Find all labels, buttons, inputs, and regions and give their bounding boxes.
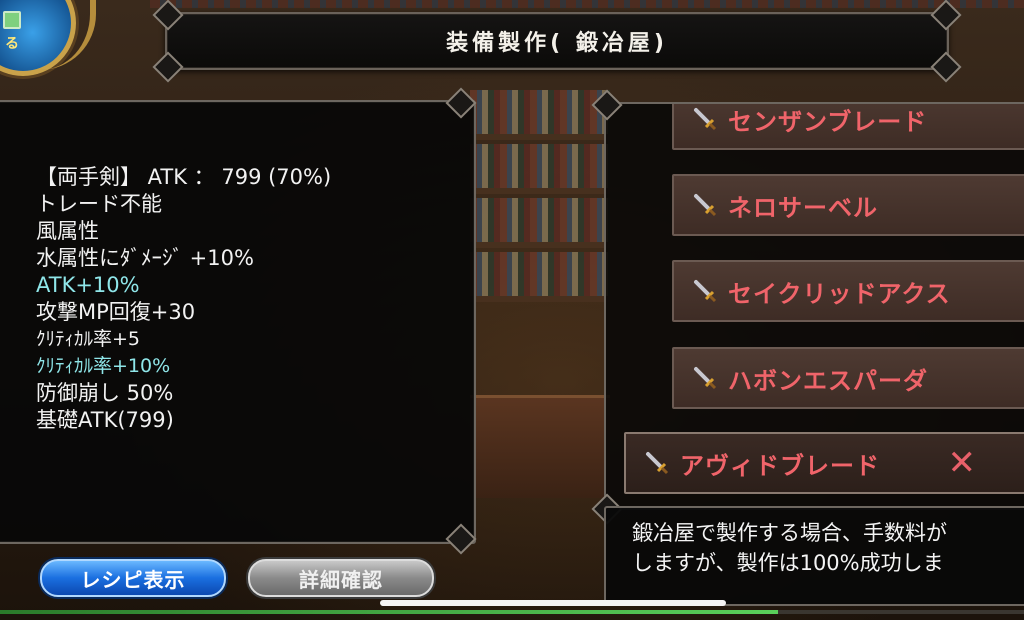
recipe-name: ハボンエスパーダ xyxy=(728,366,928,395)
item-stat-line: 攻撃MP回復+30 xyxy=(36,300,196,324)
background-trim xyxy=(150,0,1024,8)
item-stat-line: 基礎ATK(799) xyxy=(36,408,174,432)
progress-fill xyxy=(0,610,779,614)
recipe-name: センザンブレード xyxy=(728,107,928,136)
item-info-panel: 【両手剣】 ATK ： 799 (70%) トレード不能 風属性水属性にﾀﾞﾒｰｼﾞ… xyxy=(0,100,476,544)
recipe-list-panel[interactable]: センザンブレード ネロサーベルセイクリッドアクス ハボンエスパーダアヴィドブレード ✕ xyxy=(604,102,1024,510)
sword-icon xyxy=(692,106,718,132)
recipe-item[interactable]: ハボンエスパーダ xyxy=(672,347,1024,409)
close-icon[interactable]: ✕ xyxy=(948,443,977,483)
sword-icon xyxy=(692,365,718,391)
sword-icon xyxy=(692,192,718,218)
description-text: 鍛冶屋で製作する場合、手数料が しますが、製作は100%成功しま xyxy=(632,521,947,575)
item-stat-line: 防御崩し 50% xyxy=(36,381,174,405)
bookshelf-row xyxy=(470,198,610,248)
item-stats-list: 【両手剣】 ATK ： 799 (70%) トレード不能 風属性水属性にﾀﾞﾒｰｼﾞ… xyxy=(36,164,331,434)
home-indicator[interactable] xyxy=(380,600,726,606)
recipe-item[interactable]: ネロサーベル xyxy=(672,174,1024,236)
recipe-item[interactable]: セイクリッドアクス xyxy=(672,260,1024,322)
bookshelf-row xyxy=(470,252,610,302)
item-stat-line: 風属性 xyxy=(36,219,99,243)
item-stat-line: トレード不能 xyxy=(36,192,162,216)
recipe-name: ネロサーベル xyxy=(728,193,878,222)
recipe-item-selected[interactable]: アヴィドブレード ✕ xyxy=(624,432,1024,494)
item-stat-line: 【両手剣】 ATK ： 799 (70%) xyxy=(36,165,332,189)
recipe-view-button[interactable]: レシピ表示 xyxy=(40,559,226,597)
recipe-name: セイクリッドアクス xyxy=(728,279,951,308)
item-stat-line: ATK+10% xyxy=(36,273,140,297)
item-stat-line: ｸﾘﾃｨｶﾙ率+5 xyxy=(36,328,141,350)
desk xyxy=(470,395,610,498)
item-stat-line: ｸﾘﾃｨｶﾙ率+10% xyxy=(36,355,171,377)
description-panel: 鍛冶屋で製作する場合、手数料が しますが、製作は100%成功しま xyxy=(604,506,1024,606)
progress-bar xyxy=(0,610,1024,614)
bookshelf-row xyxy=(470,144,610,194)
square-icon xyxy=(3,11,21,29)
sword-icon xyxy=(692,278,718,304)
item-stat-line: 水属性にﾀﾞﾒｰｼﾞ +10% xyxy=(36,246,254,270)
medallion-label: る xyxy=(5,36,19,52)
detail-check-button[interactable]: 詳細確認 xyxy=(248,559,434,597)
bookshelf-row xyxy=(470,90,610,140)
recipe-name: アヴィドブレード xyxy=(680,451,880,480)
sword-icon xyxy=(644,450,670,476)
recipe-item[interactable]: センザンブレード xyxy=(672,104,1024,150)
title-bar: 装備製作( 鍛冶屋) xyxy=(152,0,962,83)
page-title: 装備製作( 鍛冶屋) xyxy=(446,31,668,56)
